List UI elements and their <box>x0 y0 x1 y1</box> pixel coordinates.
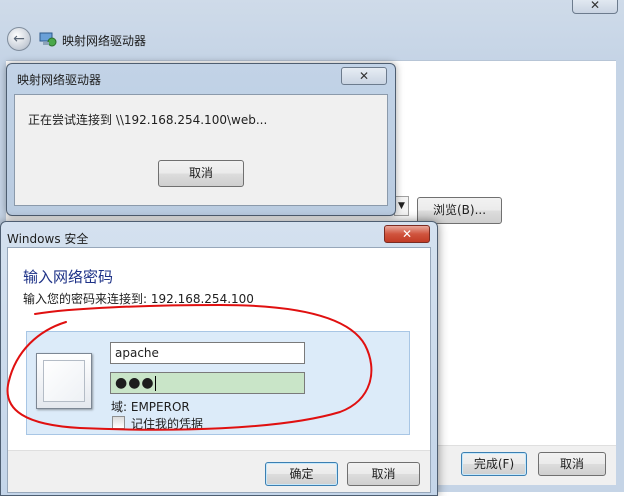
security-subtext: 输入您的密码来连接到: 192.168.254.100 <box>23 292 254 306</box>
finish-button[interactable]: 完成(F) <box>461 452 527 476</box>
remember-credentials-checkbox[interactable] <box>112 416 125 429</box>
credential-tile: apache ●●● 域: EMPEROR 记住我的凭据 <box>26 331 410 435</box>
username-input[interactable]: apache <box>110 342 305 364</box>
wizard-title: 映射网络驱动器 <box>62 34 147 48</box>
connect-dialog-title: 映射网络驱动器 <box>17 73 102 87</box>
text-caret <box>154 375 156 391</box>
security-footer: 确定 取消 <box>8 450 430 492</box>
security-close-button[interactable]: ✕ <box>384 225 430 243</box>
folder-dropdown-arrow[interactable]: ▼ <box>394 196 409 216</box>
network-drive-icon <box>39 31 57 47</box>
security-cancel-button[interactable]: 取消 <box>347 462 420 486</box>
back-button[interactable]: ← <box>7 27 31 51</box>
security-dialog: Windows 安全 ✕ 输入网络密码 输入您的密码来连接到: 192.168.… <box>0 221 438 496</box>
connect-cancel-button[interactable]: 取消 <box>158 160 244 187</box>
connect-dialog-body: 正在尝试连接到 \\192.168.254.100\web... 取消 <box>14 94 388 206</box>
ok-button[interactable]: 确定 <box>265 462 338 486</box>
security-dialog-body: 输入网络密码 输入您的密码来连接到: 192.168.254.100 apach… <box>7 247 431 493</box>
user-tile-icon <box>36 353 92 409</box>
domain-label: 域: EMPEROR <box>111 400 190 414</box>
wizard-close-button[interactable]: ✕ <box>572 0 618 14</box>
remember-credentials-label[interactable]: 记住我的凭据 <box>131 415 203 432</box>
user-tile-frame <box>43 360 85 402</box>
browse-button[interactable]: 浏览(B)... <box>417 197 502 224</box>
connect-dialog: 映射网络驱动器 ✕ 正在尝试连接到 \\192.168.254.100\web.… <box>6 63 396 216</box>
password-mask: ●●● <box>115 375 155 391</box>
connect-close-button[interactable]: ✕ <box>341 67 387 85</box>
back-arrow-icon: ← <box>13 31 25 47</box>
security-dialog-title: Windows 安全 <box>7 232 89 246</box>
security-heading: 输入网络密码 <box>23 268 114 286</box>
password-input[interactable]: ●●● <box>110 372 305 394</box>
wizard-cancel-button[interactable]: 取消 <box>538 452 606 476</box>
connect-status-message: 正在尝试连接到 \\192.168.254.100\web... <box>28 113 268 127</box>
